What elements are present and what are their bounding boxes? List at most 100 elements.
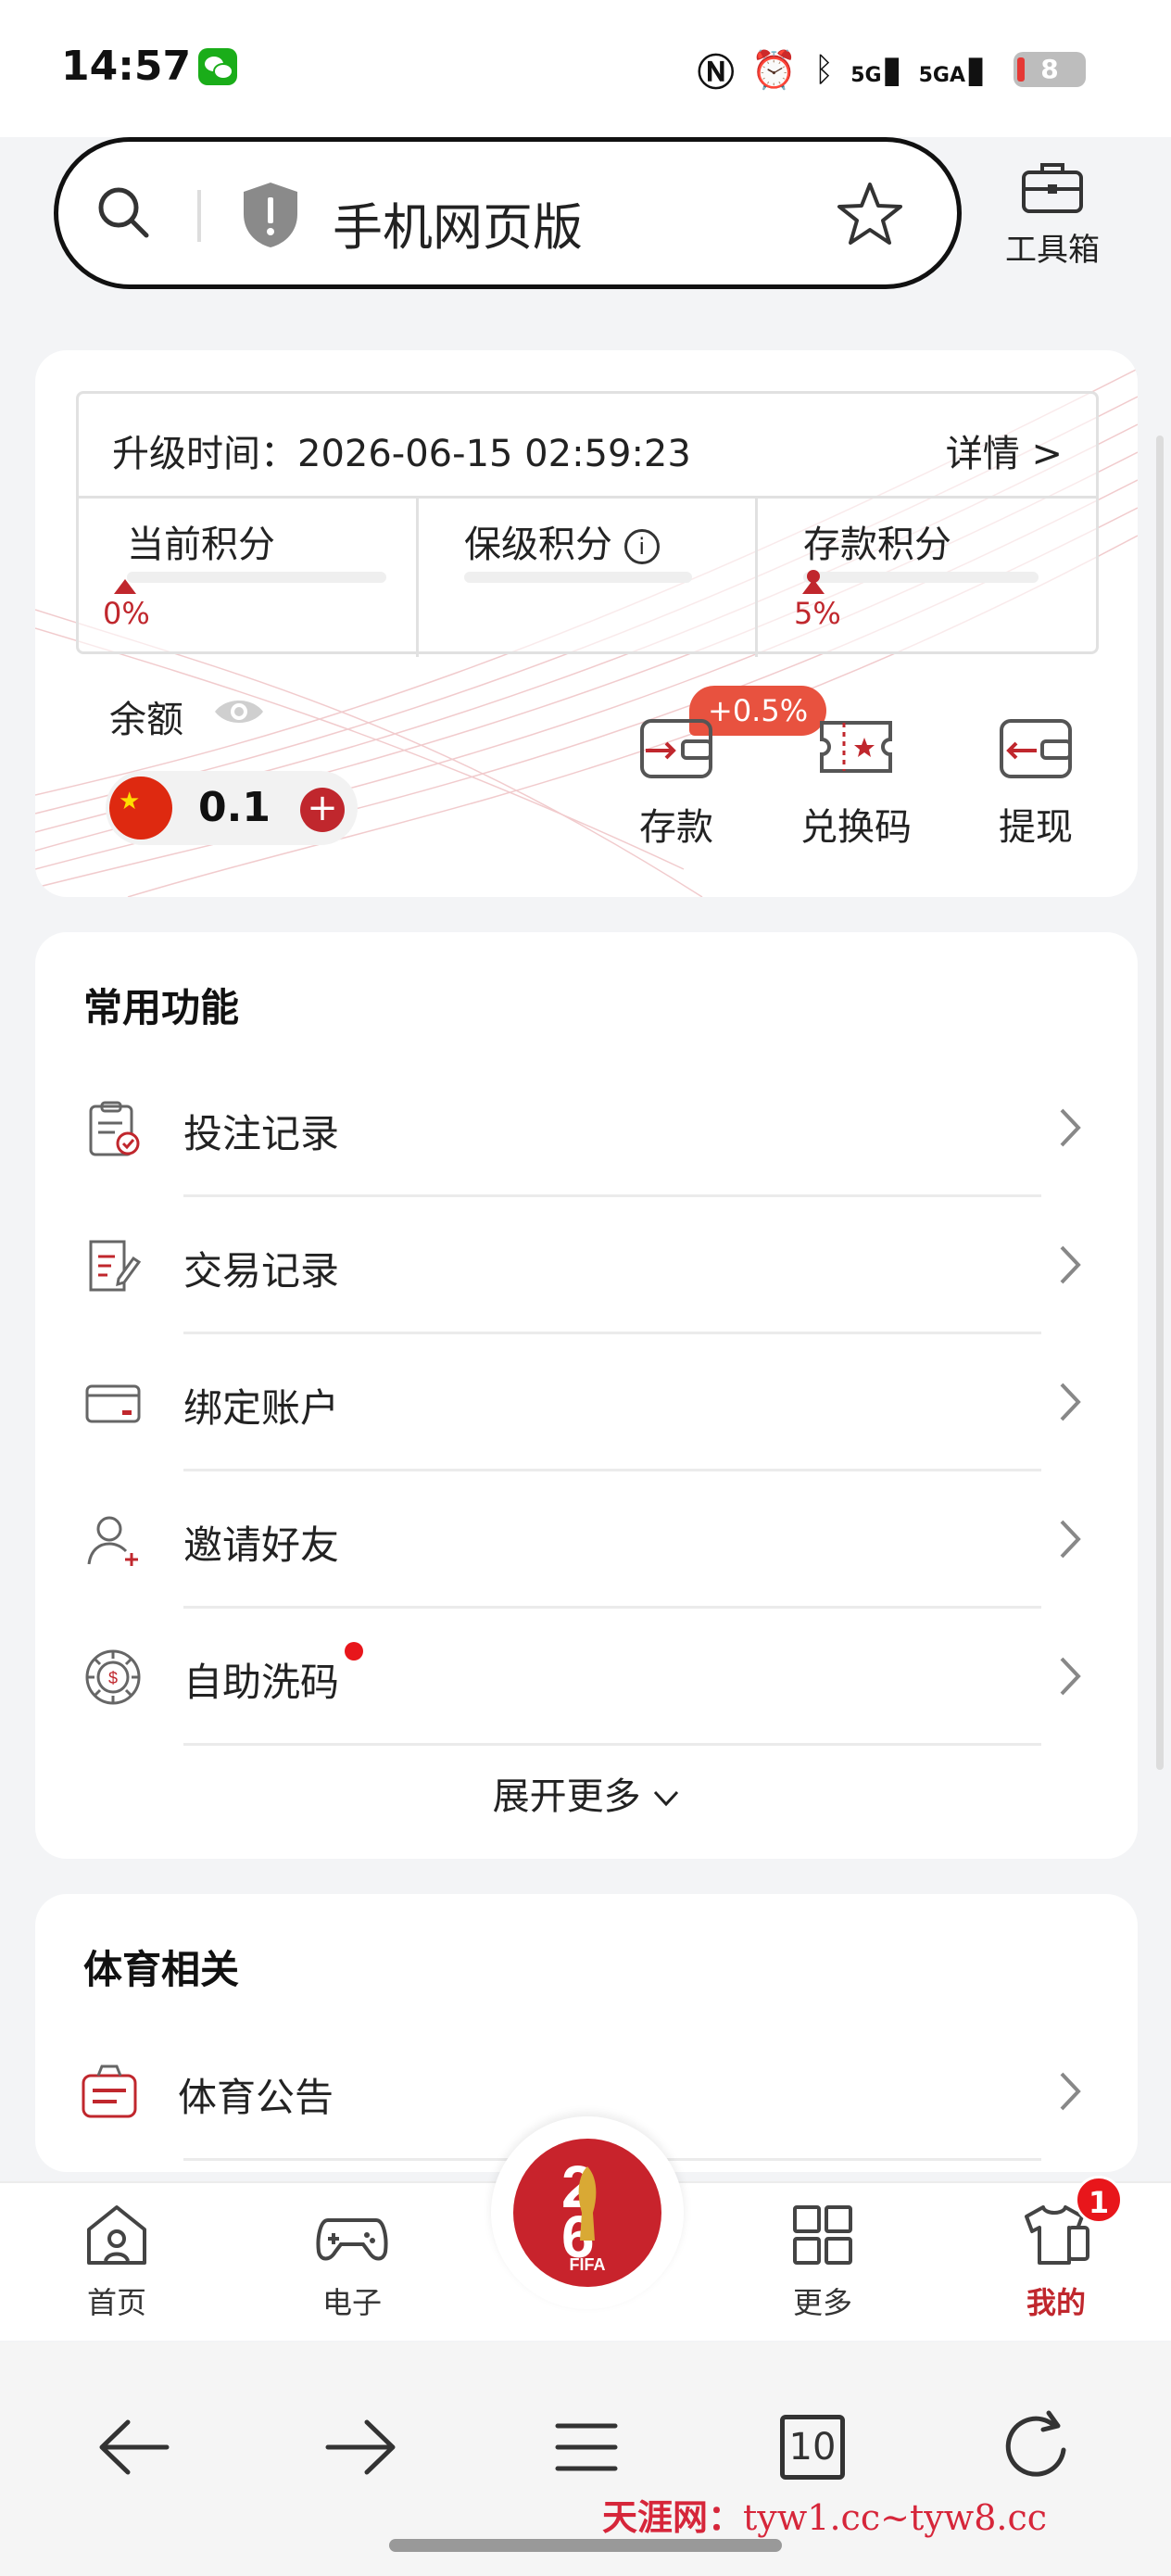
home-indicator[interactable] (389, 2539, 782, 2552)
upgrade-time: 升级时间：2026-06-15 02:59:23 (112, 423, 691, 477)
current-score-value: 0% (103, 596, 150, 631)
list-item-invite-friends[interactable]: 邀请好友 (35, 1471, 1138, 1609)
toolbox-button[interactable]: 工具箱 (1001, 158, 1104, 270)
tab-home[interactable]: 首页 (52, 2200, 182, 2322)
chevron-right-icon (1060, 1657, 1081, 1696)
section-title: 体育相关 (83, 1947, 240, 1992)
status-bar: 14:57 Ⓝ ⏰ ᛒ 5G▮ 5GA▮ 8 (0, 0, 1171, 137)
list-item-label: 自助洗码 (183, 1660, 340, 1705)
list-item-label: 绑定账户 (183, 1385, 340, 1431)
divider (79, 496, 1096, 499)
bank-card-icon (85, 1384, 141, 1423)
tab-more[interactable]: 更多 (758, 2200, 888, 2322)
search-icon[interactable] (95, 184, 151, 240)
address-text[interactable]: 手机网页版 (333, 186, 583, 259)
list-item-bind-account[interactable]: 绑定账户 (35, 1334, 1138, 1471)
tabs-button[interactable]: 10 (771, 2406, 854, 2489)
tab-electronic[interactable]: 电子 (287, 2200, 417, 2322)
shield-warning-icon[interactable] (240, 181, 301, 249)
toolbox-label: 工具箱 (1005, 232, 1100, 269)
list-item-label: 投注记录 (183, 1111, 340, 1156)
list-item-label: 邀请好友 (183, 1522, 340, 1568)
deposit-label: 存款 (639, 806, 713, 849)
chip-icon: $ (85, 1649, 141, 1705)
balance-value: 0.1 (198, 784, 271, 831)
tab-label: 首页 (86, 2285, 146, 2320)
divider (197, 190, 201, 242)
info-icon[interactable]: i (623, 529, 660, 564)
menu-icon[interactable] (545, 2406, 628, 2489)
watermark: 天涯网：tyw1.cc~tyw8.cc (602, 2496, 1048, 2538)
alarm-icon: ⏰ (750, 48, 798, 92)
system-icons: Ⓝ ⏰ ᛒ 5G▮ 5GA▮ (698, 43, 986, 96)
deposit-score-value: 5% (794, 596, 841, 631)
keep-score-label: 保级积分 i (464, 514, 660, 568)
announcement-icon (82, 2065, 137, 2118)
voucher-label: 兑换码 (800, 806, 912, 849)
chevron-right-icon (1060, 1520, 1081, 1559)
deposit-button[interactable]: 存款 (602, 710, 750, 851)
divider (183, 1743, 1041, 1746)
gamepad-icon (316, 2218, 388, 2261)
refresh-icon[interactable] (997, 2406, 1080, 2489)
tab-label: 电子 (321, 2285, 382, 2320)
withdraw-button[interactable]: 提现 (962, 710, 1110, 851)
vip-card: 升级时间：2026-06-15 02:59:23 详情 > 当前积分 0% 保级… (35, 350, 1138, 897)
current-score-bar (127, 572, 386, 583)
forward-arrow-icon[interactable] (319, 2406, 402, 2489)
list-item-label: 体育公告 (178, 2075, 334, 2120)
upgrade-time-value: 2026-06-15 02:59:23 (297, 433, 691, 475)
voucher-icon (820, 721, 892, 773)
score-marker (802, 579, 825, 594)
detail-link[interactable]: 详情 > (946, 423, 1063, 477)
signal-icon-2: 5GA▮ (918, 48, 986, 91)
list-item-label: 交易记录 (183, 1248, 340, 1294)
chevron-right-icon (1060, 1245, 1081, 1284)
battery-icon: 8 (1014, 52, 1086, 87)
scrollbar[interactable] (1156, 436, 1164, 1770)
world-cup-button[interactable]: 2 6 FIFA (491, 2116, 684, 2309)
fifa-logo-icon: 2 6 FIFA (513, 2139, 661, 2287)
svg-text:$: $ (108, 1669, 118, 1687)
withdraw-icon (1000, 719, 1072, 778)
add-funds-button[interactable]: + (300, 788, 345, 832)
notification-badge: 1 (1075, 2176, 1123, 2224)
list-item-self-rebate[interactable]: $ 自助洗码 (35, 1609, 1138, 1746)
upgrade-label: 升级时间： (112, 433, 297, 475)
nfc-icon: Ⓝ (697, 52, 735, 95)
expand-more-button[interactable]: 展开更多 (35, 1766, 1138, 1820)
eye-icon[interactable] (211, 693, 267, 730)
signal-icon: 5G▮ (850, 48, 902, 91)
list-item-transaction-records[interactable]: 交易记录 (35, 1197, 1138, 1334)
trophy-icon: 2 6 FIFA (561, 2153, 606, 2274)
status-time: 14:57 (61, 43, 192, 90)
tab-label: 更多 (792, 2285, 852, 2320)
list-item-bet-records[interactable]: 投注记录 (35, 1060, 1138, 1197)
notification-dot (345, 1642, 363, 1661)
grid-icon (793, 2205, 852, 2265)
user-add-icon (87, 1516, 138, 1566)
chevron-right-icon (1060, 1383, 1081, 1421)
balance-pill: ★ 0.1 + (106, 771, 358, 845)
address-bar[interactable]: 手机网页版 (54, 137, 962, 289)
tab-label: 我的 (1026, 2285, 1086, 2320)
divider (755, 496, 758, 657)
balance-label: 余额 (109, 699, 183, 741)
common-functions-card: 常用功能 投注记录 交易记录 绑定账户 邀请好友 $ 自助洗码 展开更多 (35, 932, 1138, 1859)
deposit-icon (640, 719, 712, 778)
document-edit-icon (89, 1240, 142, 1292)
voucher-button[interactable]: 兑换码 (782, 710, 930, 851)
vip-info-box: 升级时间：2026-06-15 02:59:23 详情 > 当前积分 0% 保级… (76, 391, 1099, 657)
deposit-score-label: 存款积分 (803, 524, 951, 566)
toolbox-icon (1022, 163, 1083, 213)
deposit-score-bar (803, 572, 1039, 583)
back-arrow-icon[interactable] (93, 2406, 176, 2489)
svg-text:FIFA: FIFA (570, 2255, 606, 2274)
chevron-right-icon (1060, 2072, 1081, 2111)
star-icon[interactable] (835, 179, 905, 249)
china-flag-icon: ★ (109, 777, 172, 840)
keep-score-bar (464, 572, 692, 583)
divider (416, 496, 419, 657)
current-score-label: 当前积分 (127, 524, 275, 566)
clipboard-check-icon (89, 1101, 140, 1156)
